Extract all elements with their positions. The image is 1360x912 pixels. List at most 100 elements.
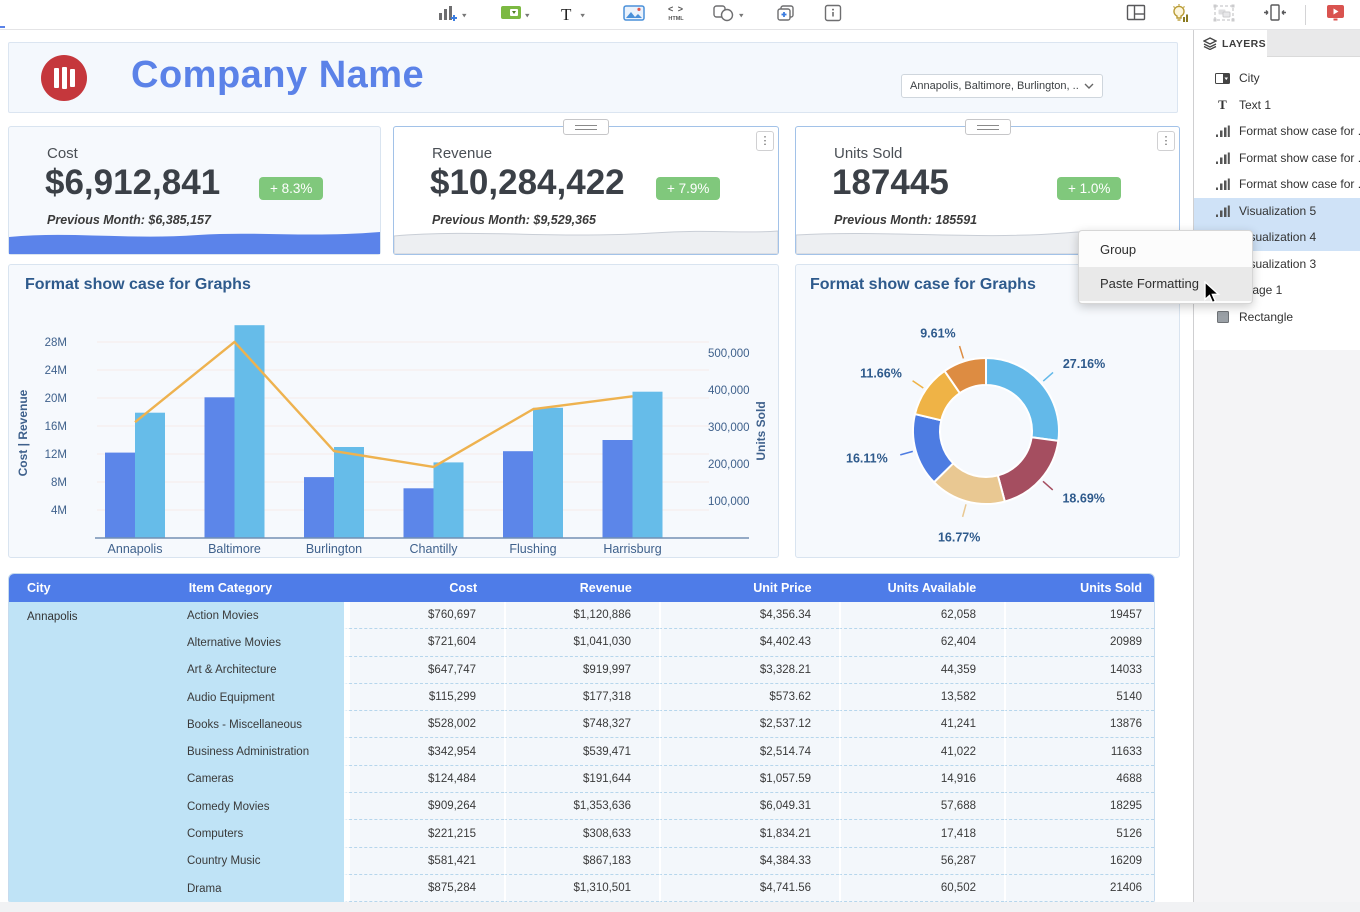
text-frame-button[interactable] bbox=[824, 3, 842, 27]
corner-accent bbox=[0, 26, 5, 28]
layout-button[interactable] bbox=[1126, 3, 1146, 27]
insights-button[interactable] bbox=[1169, 3, 1191, 27]
region-filter-dropdown[interactable]: Annapolis, Baltimore, Burlington, ... bbox=[901, 74, 1103, 98]
table-row[interactable]: Action Movies$760,697$1,120,886$4,356.34… bbox=[179, 602, 1154, 629]
layer-item-label: Format show case for ... bbox=[1239, 124, 1360, 138]
table-column-header[interactable]: City bbox=[9, 581, 181, 595]
table-value-cell: 62,058 bbox=[839, 602, 1004, 629]
layer-item-format-show-case-for[interactable]: Format show case for ... bbox=[1194, 118, 1360, 145]
kpi-delta-badge: + 7.9% bbox=[656, 177, 720, 200]
text-tool-button[interactable]: T ▾ bbox=[561, 3, 585, 27]
layer-item-format-show-case-for[interactable]: Format show case for ... bbox=[1194, 145, 1360, 172]
table-row[interactable]: Country Music$581,421$867,183$4,384.3356… bbox=[179, 848, 1154, 875]
table-category-cell: Audio Equipment bbox=[179, 684, 344, 711]
layer-item-city[interactable]: City bbox=[1194, 65, 1360, 92]
table-value-cell: 44,359 bbox=[839, 657, 1004, 684]
layer-item-text-1[interactable]: TText 1 bbox=[1194, 92, 1360, 119]
svg-text:9.61%: 9.61% bbox=[920, 327, 955, 341]
table-column-header[interactable]: Unit Price bbox=[660, 581, 840, 595]
table-value-cell: 17,418 bbox=[839, 820, 1004, 847]
table-value-cell: $4,402.43 bbox=[659, 629, 839, 656]
present-button[interactable] bbox=[1326, 3, 1345, 27]
table-value-cell: $115,299 bbox=[344, 684, 504, 711]
text-frame-icon bbox=[824, 4, 842, 27]
table-row[interactable]: Computers$221,215$308,633$1,834.2117,418… bbox=[179, 820, 1154, 847]
svg-text:16.77%: 16.77% bbox=[938, 530, 980, 544]
color-style-button[interactable]: ▾ bbox=[500, 3, 530, 27]
chart-layer-icon bbox=[1215, 178, 1230, 190]
group-objects-button[interactable] bbox=[1212, 3, 1236, 27]
card-drag-handle[interactable] bbox=[563, 119, 609, 135]
table-column-header[interactable]: Item Category bbox=[181, 581, 346, 595]
layer-item-format-show-case-for[interactable]: Format show case for ... bbox=[1194, 171, 1360, 198]
table-value-cell: 16209 bbox=[1004, 848, 1154, 875]
table-value-cell: $191,644 bbox=[504, 766, 659, 793]
table-value-cell: $539,471 bbox=[504, 738, 659, 765]
table-value-cell: 4688 bbox=[1004, 766, 1154, 793]
fit-page-button[interactable] bbox=[1263, 3, 1287, 27]
combo-bar-line-chart: 4M8M12M16M20M24M28M100,000200,000300,000… bbox=[9, 265, 780, 559]
table-value-cell: 18295 bbox=[1004, 793, 1154, 820]
table-row[interactable]: Business Administration$342,954$539,471$… bbox=[179, 738, 1154, 765]
table-column-header[interactable]: Revenue bbox=[505, 581, 660, 595]
shapes-tool-button[interactable]: ▾ bbox=[712, 3, 744, 27]
kpi-card-revenue[interactable]: Revenue $10,284,422 + 7.9% Previous Mont… bbox=[393, 126, 779, 255]
table-category-cell: Country Music bbox=[179, 848, 344, 875]
toolbar-divider bbox=[1305, 5, 1306, 25]
svg-text:28M: 28M bbox=[45, 337, 67, 349]
table-value-cell: 5140 bbox=[1004, 684, 1154, 711]
table-row[interactable]: Books - Miscellaneous$528,002$748,327$2,… bbox=[179, 711, 1154, 738]
table-category-cell: Books - Miscellaneous bbox=[179, 711, 344, 738]
table-column-header[interactable]: Units Available bbox=[840, 581, 1005, 595]
design-canvas[interactable]: Company Name Annapolis, Baltimore, Burli… bbox=[0, 30, 1193, 912]
layers-tab[interactable]: LAYERS bbox=[1194, 30, 1267, 57]
table-row[interactable]: Comedy Movies$909,264$1,353,636$6,049.31… bbox=[179, 793, 1154, 820]
table-value-cell: $867,183 bbox=[504, 848, 659, 875]
layer-item-visualization-5[interactable]: Visualization 5 bbox=[1194, 198, 1360, 225]
table-column-header[interactable]: Cost bbox=[345, 581, 505, 595]
kpi-card-cost[interactable]: Cost $6,912,841 + 8.3% Previous Month: $… bbox=[8, 126, 381, 255]
card-drag-handle[interactable] bbox=[965, 119, 1011, 135]
window-bottom-edge bbox=[0, 902, 1360, 912]
table-value-cell: $124,484 bbox=[344, 766, 504, 793]
svg-text:Harrisburg: Harrisburg bbox=[603, 542, 661, 556]
card-menu-button[interactable]: ⋮ bbox=[1157, 131, 1175, 151]
svg-text:200,000: 200,000 bbox=[708, 459, 750, 471]
table-row[interactable]: Alternative Movies$721,604$1,041,030$4,4… bbox=[179, 629, 1154, 656]
table-row[interactable]: Art & Architecture$647,747$919,997$3,328… bbox=[179, 657, 1154, 684]
table-category-cell: Cameras bbox=[179, 766, 344, 793]
donut-chart-card[interactable]: 27.16%18.69%16.77%16.11%11.66%9.61% Form… bbox=[795, 264, 1180, 558]
table-value-cell: $581,421 bbox=[344, 848, 504, 875]
combo-chart-card[interactable]: 4M8M12M16M20M24M28M100,000200,000300,000… bbox=[8, 264, 779, 558]
svg-text:24M: 24M bbox=[45, 365, 67, 377]
table-category-cell: Alternative Movies bbox=[179, 629, 344, 656]
table-value-cell: 14033 bbox=[1004, 657, 1154, 684]
add-chart-button[interactable]: ▾ bbox=[437, 3, 467, 27]
layer-item-label: City bbox=[1239, 71, 1260, 85]
kpi-value: 187445 bbox=[832, 163, 949, 203]
table-value-cell: $3,328.21 bbox=[659, 657, 839, 684]
table-row[interactable]: Cameras$124,484$191,644$1,057.5914,91646… bbox=[179, 766, 1154, 793]
svg-text:100,000: 100,000 bbox=[708, 496, 750, 508]
kpi-sparkline-area bbox=[394, 224, 778, 254]
context-menu-item-paste-formatting[interactable]: Paste Formatting bbox=[1079, 267, 1252, 301]
top-toolbar: ▾ ▾ T ▾ < > HTML ▾ bbox=[0, 0, 1360, 30]
image-tool-button[interactable] bbox=[623, 3, 645, 27]
dashboard-header[interactable]: Company Name Annapolis, Baltimore, Burli… bbox=[8, 42, 1178, 113]
html-embed-button[interactable]: < > HTML bbox=[668, 5, 684, 29]
svg-text:Burlington: Burlington bbox=[306, 542, 362, 556]
lightbulb-insights-icon bbox=[1169, 3, 1191, 28]
kpi-title: Units Sold bbox=[834, 145, 902, 162]
table-value-cell: $2,514.74 bbox=[659, 738, 839, 765]
kpi-delta-badge: + 8.3% bbox=[259, 177, 323, 200]
card-menu-button[interactable]: ⋮ bbox=[756, 131, 774, 151]
duplicate-button[interactable] bbox=[776, 3, 796, 27]
kpi-value: $10,284,422 bbox=[430, 163, 625, 203]
table-row[interactable]: Audio Equipment$115,299$177,318$573.6213… bbox=[179, 684, 1154, 711]
rect-layer-icon bbox=[1215, 311, 1230, 323]
kpi-sparkline-area bbox=[9, 224, 380, 254]
table-column-header[interactable]: Units Sold bbox=[1004, 581, 1154, 595]
context-menu-item-group[interactable]: Group bbox=[1079, 233, 1252, 267]
table-row[interactable]: Drama$875,284$1,310,501$4,741.5660,50221… bbox=[179, 875, 1154, 902]
data-table[interactable]: CityItem CategoryCostRevenueUnit PriceUn… bbox=[8, 573, 1155, 903]
